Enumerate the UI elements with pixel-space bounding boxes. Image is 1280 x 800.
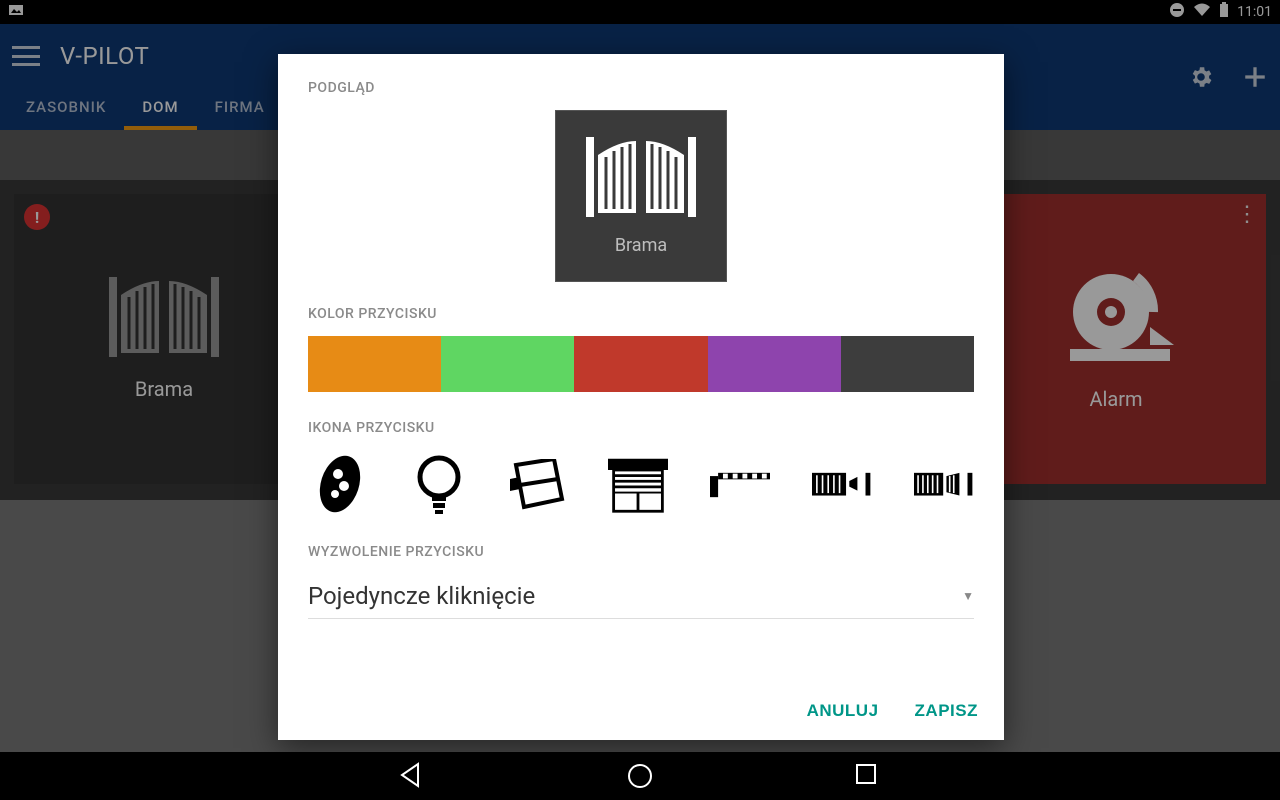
remote-icon[interactable] <box>312 455 369 515</box>
android-nav-bar <box>0 752 1280 800</box>
color-dark[interactable] <box>841 336 974 392</box>
icon-picker <box>308 450 974 520</box>
gate-swing-icon[interactable] <box>914 455 974 515</box>
color-purple[interactable] <box>708 336 841 392</box>
home-button[interactable] <box>626 762 654 790</box>
chevron-down-icon: ▼ <box>962 589 974 603</box>
bulb-icon[interactable] <box>411 455 468 515</box>
edit-button-dialog: PODGLĄD Brama KOLOR PRZYCISKU <box>278 54 1004 740</box>
button-preview: Brama <box>555 110 727 282</box>
preview-section-label: PODGLĄD <box>308 80 974 96</box>
back-button[interactable] <box>398 762 426 790</box>
icon-section-label: IKONA PRZYCISKU <box>308 420 974 436</box>
save-button[interactable]: ZAPISZ <box>915 701 978 721</box>
color-red[interactable] <box>574 336 707 392</box>
color-green[interactable] <box>441 336 574 392</box>
barrier-icon[interactable] <box>710 455 770 515</box>
gate-icon <box>586 137 696 217</box>
cancel-button[interactable]: ANULUJ <box>807 701 879 721</box>
color-picker <box>308 336 974 392</box>
trigger-dropdown[interactable]: Pojedyncze kliknięcie ▼ <box>308 574 974 619</box>
gate-sliding-icon[interactable] <box>812 455 872 515</box>
preview-caption: Brama <box>615 235 667 256</box>
color-orange[interactable] <box>308 336 441 392</box>
trigger-section-label: WYZWOLENIE PRZYCISKU <box>308 544 974 560</box>
trigger-value: Pojedyncze kliknięcie <box>308 582 535 610</box>
shutter-icon[interactable] <box>608 455 668 515</box>
color-section-label: KOLOR PRZYCISKU <box>308 306 974 322</box>
window-icon[interactable] <box>509 455 566 515</box>
recents-button[interactable] <box>854 762 882 790</box>
